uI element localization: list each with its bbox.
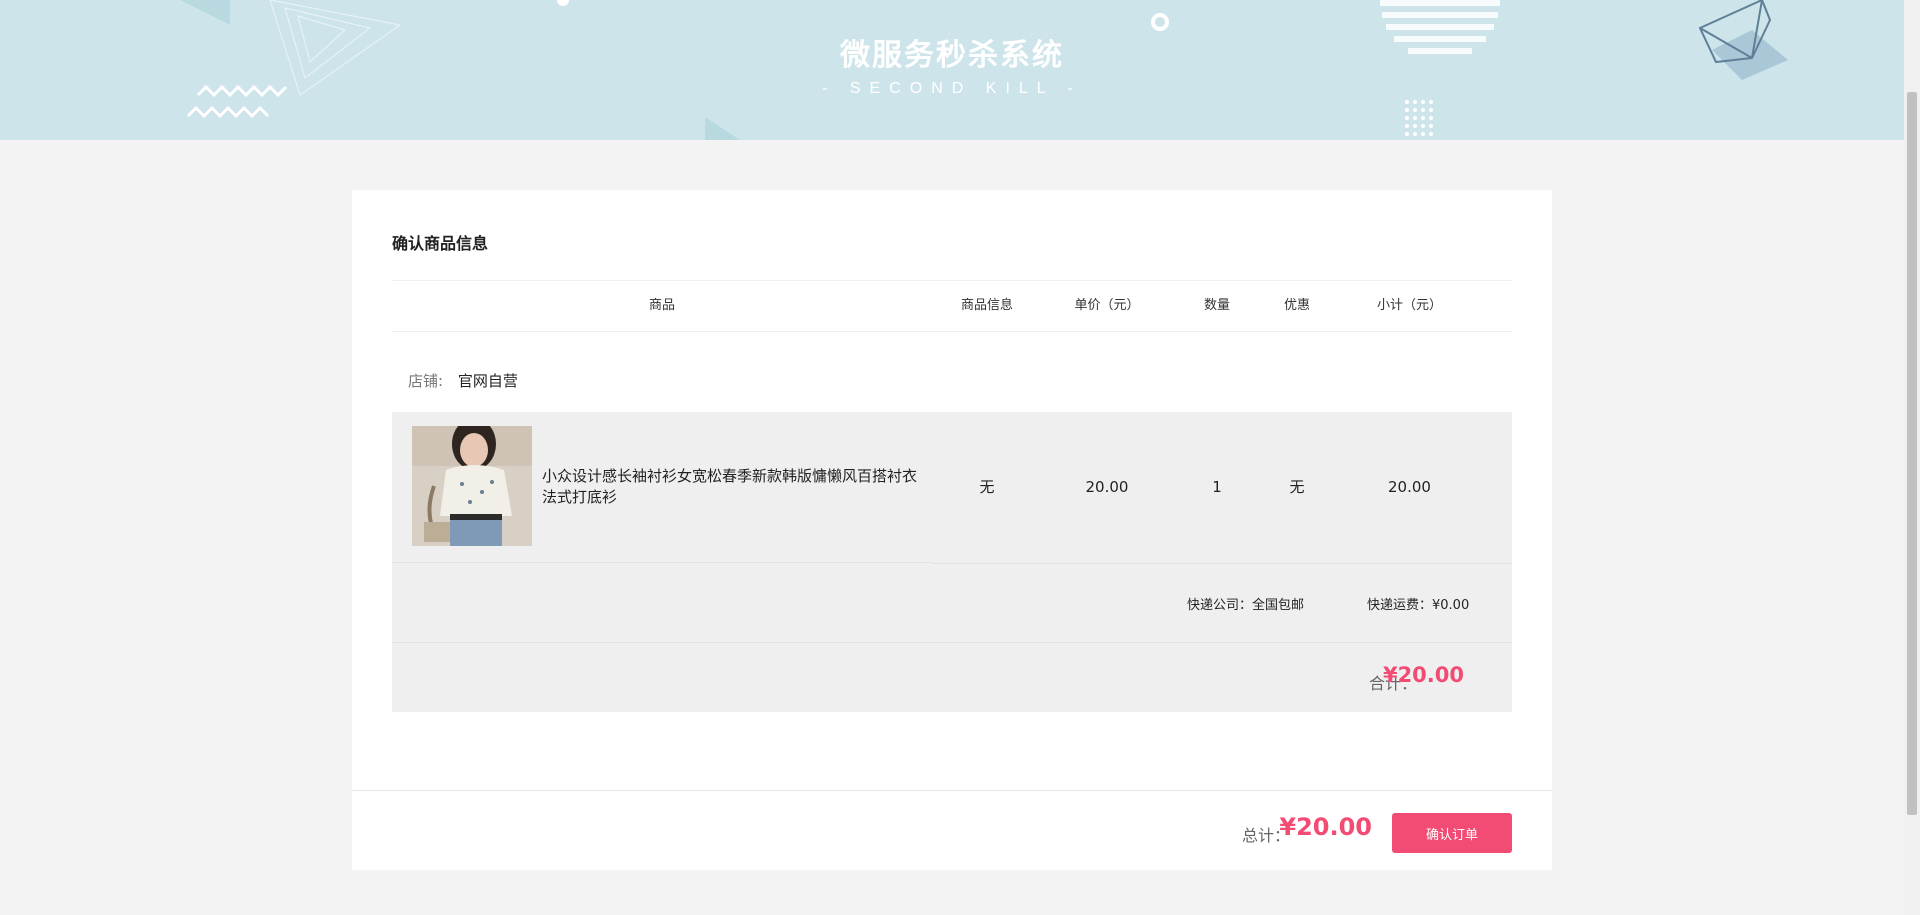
quantity-value: 1 bbox=[1212, 478, 1222, 496]
shop-name: 官网自营 bbox=[457, 372, 518, 390]
table-header: 商品 商品信息 单价（元） 数量 优惠 小计（元） bbox=[392, 280, 1512, 332]
system-subtitle: - SECOND KILL - bbox=[822, 80, 1082, 97]
row-divider bbox=[392, 562, 932, 563]
product-photo-illustration bbox=[412, 426, 532, 546]
col-header-info: 商品信息 bbox=[960, 298, 1013, 313]
header-banner: 微服务秒杀系统 - SECOND KILL - bbox=[0, 0, 1904, 140]
col-header-product: 商品 bbox=[648, 298, 675, 313]
section-title: 确认商品信息 bbox=[392, 234, 489, 253]
shop-row: 店铺: 官网自营 bbox=[408, 370, 518, 391]
total-value: ¥20.00 bbox=[1382, 663, 1464, 687]
product-name[interactable]: 小众设计感长袖衬衫女宽松春季新款韩版慵懒风百搭衬衣法式打底衫 bbox=[542, 466, 922, 508]
shop-label: 店铺: bbox=[408, 372, 444, 390]
shipping-company: 快递公司：全国包邮 bbox=[1187, 598, 1305, 613]
order-item-block: 小众设计感长袖衬衫女宽松春季新款韩版慵懒风百搭衬衣法式打底衫 无 20.00 1… bbox=[392, 412, 1512, 712]
order-total-row: 合计： ¥20.00 bbox=[392, 644, 1512, 712]
discount-value: 无 bbox=[1289, 478, 1305, 496]
grand-total-value: ¥20.00 bbox=[1279, 813, 1372, 841]
col-header-discount: 优惠 bbox=[1283, 298, 1310, 313]
system-title: 微服务秒杀系统 bbox=[840, 38, 1064, 73]
confirm-order-button[interactable]: 确认订单 bbox=[1392, 813, 1512, 853]
col-header-price: 单价（元） bbox=[1074, 298, 1140, 313]
page-scrollbar[interactable] bbox=[1904, 0, 1920, 915]
order-confirm-card: 确认商品信息 商品 商品信息 单价（元） 数量 优惠 小计（元） 店铺: 官网自… bbox=[352, 190, 1552, 870]
shipping-row: 快递公司：全国包邮 快递运费：¥0.00 bbox=[392, 564, 1512, 643]
order-footer: 总计： ¥20.00 确认订单 bbox=[352, 790, 1552, 870]
unit-price-value: 20.00 bbox=[1085, 478, 1129, 496]
product-image[interactable] bbox=[412, 426, 532, 546]
scrollbar-thumb[interactable] bbox=[1907, 92, 1917, 815]
col-header-quantity: 数量 bbox=[1203, 298, 1230, 313]
col-header-subtotal: 小计（元） bbox=[1376, 298, 1442, 313]
product-info-value: 无 bbox=[979, 478, 995, 496]
table-row: 小众设计感长袖衬衫女宽松春季新款韩版慵懒风百搭衬衣法式打底衫 无 20.00 1… bbox=[392, 412, 1512, 563]
subtotal-value: 20.00 bbox=[1388, 478, 1431, 496]
shipping-fee: 快递运费：¥0.00 bbox=[1367, 598, 1470, 613]
